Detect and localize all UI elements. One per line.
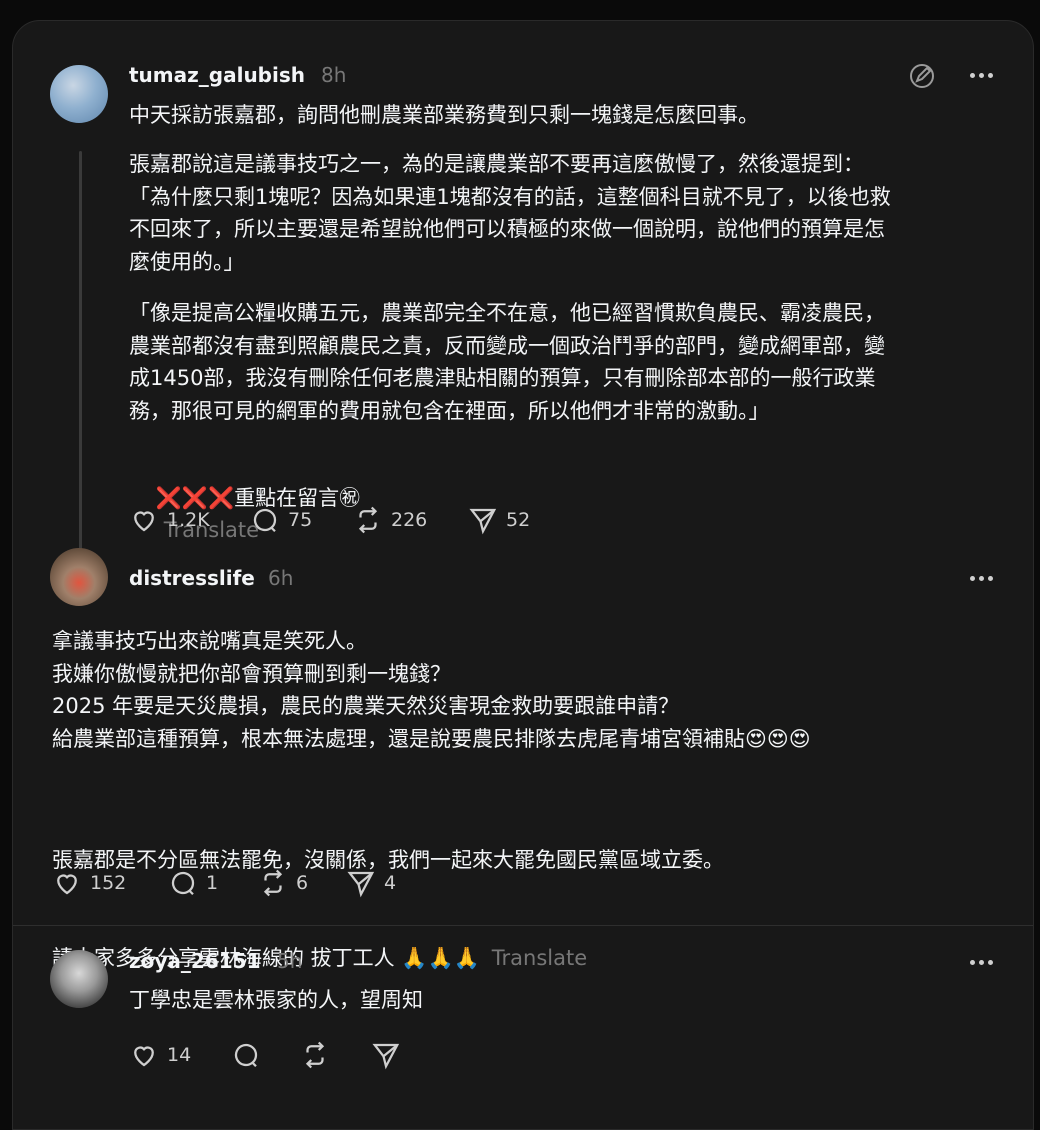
- repost-count: 6: [296, 872, 309, 894]
- post-text: 丁學忠是雲林張家的人，望周知: [129, 988, 423, 1012]
- post-time: 6h: [268, 566, 294, 590]
- reply-button[interactable]: [231, 1040, 269, 1070]
- heart-icon: [57, 874, 77, 895]
- repost-icon: [305, 1041, 325, 1069]
- like-count: 1.2K: [167, 509, 210, 531]
- thread-panel: tumaz_galubish 8h 中天採訪張嘉郡，詢問他刪農業部業務費到只剩一…: [12, 20, 1034, 1130]
- reply-count: 1: [206, 872, 219, 894]
- like-button[interactable]: 14: [129, 1040, 191, 1070]
- share-count: 52: [506, 509, 531, 531]
- repost-icon: [358, 506, 378, 534]
- post-text-tail: 請大家多多分享雲林海線的 拔丁工人 🙏🙏🙏: [52, 945, 480, 970]
- repost-button[interactable]: 226: [353, 505, 427, 535]
- heart-icon: [134, 511, 154, 532]
- reply-button[interactable]: 1: [168, 868, 218, 898]
- repost-button[interactable]: 6: [258, 868, 308, 898]
- repost-icon: [263, 869, 283, 897]
- username[interactable]: distresslife: [129, 566, 255, 590]
- post-text: 拿議事技巧出來說嘴真是笑死人。 我嫌你傲慢就把你部會預算刪到剩一塊錢？ 2025…: [52, 629, 811, 751]
- more-options-icon[interactable]: [970, 73, 996, 79]
- reply-button[interactable]: 75: [250, 505, 312, 535]
- thread-line: [79, 151, 82, 551]
- share-button[interactable]: 4: [346, 868, 396, 898]
- send-icon: [372, 1043, 400, 1070]
- comment-icon: [171, 871, 195, 896]
- like-button[interactable]: 152: [52, 868, 126, 898]
- share-button[interactable]: 52: [468, 505, 530, 535]
- repost-count: 226: [391, 509, 428, 531]
- edit-icon[interactable]: [908, 62, 936, 90]
- more-options-icon[interactable]: [970, 576, 996, 582]
- heart-icon: [134, 1046, 154, 1067]
- translate-link[interactable]: Translate: [492, 946, 587, 970]
- send-icon: [347, 871, 375, 898]
- avatar[interactable]: [50, 65, 108, 123]
- divider: [13, 925, 1033, 926]
- post-time: 5h: [277, 949, 303, 973]
- like-count: 14: [167, 1044, 192, 1066]
- post-text: 「像是提高公糧收購五元，農業部完全不在意，他已經習慣欺負農民、霸凌農民， 農業部…: [129, 301, 885, 423]
- like-button[interactable]: 1.2K: [129, 505, 210, 535]
- reply-count: 75: [288, 509, 313, 531]
- comment-icon: [234, 1043, 258, 1068]
- share-button[interactable]: [371, 1040, 409, 1070]
- username[interactable]: zoya_26151: [129, 949, 261, 973]
- post-text: 中天採訪張嘉郡，詢問他刪農業部業務費到只剩一塊錢是怎麼回事。: [129, 103, 759, 127]
- username[interactable]: tumaz_galubish: [129, 63, 305, 87]
- comment-icon: [253, 508, 277, 533]
- like-count: 152: [90, 872, 127, 894]
- avatar[interactable]: [50, 950, 108, 1008]
- share-count: 4: [384, 872, 397, 894]
- post-text: 張嘉郡說這是議事技巧之一，為的是讓農業部不要再這麼傲慢了，然後還提到： 「為什麼…: [129, 152, 891, 274]
- more-options-icon[interactable]: [970, 960, 996, 966]
- send-icon: [469, 508, 497, 535]
- post-time: 8h: [321, 63, 347, 87]
- avatar[interactable]: [50, 548, 108, 606]
- repost-button[interactable]: [300, 1040, 338, 1070]
